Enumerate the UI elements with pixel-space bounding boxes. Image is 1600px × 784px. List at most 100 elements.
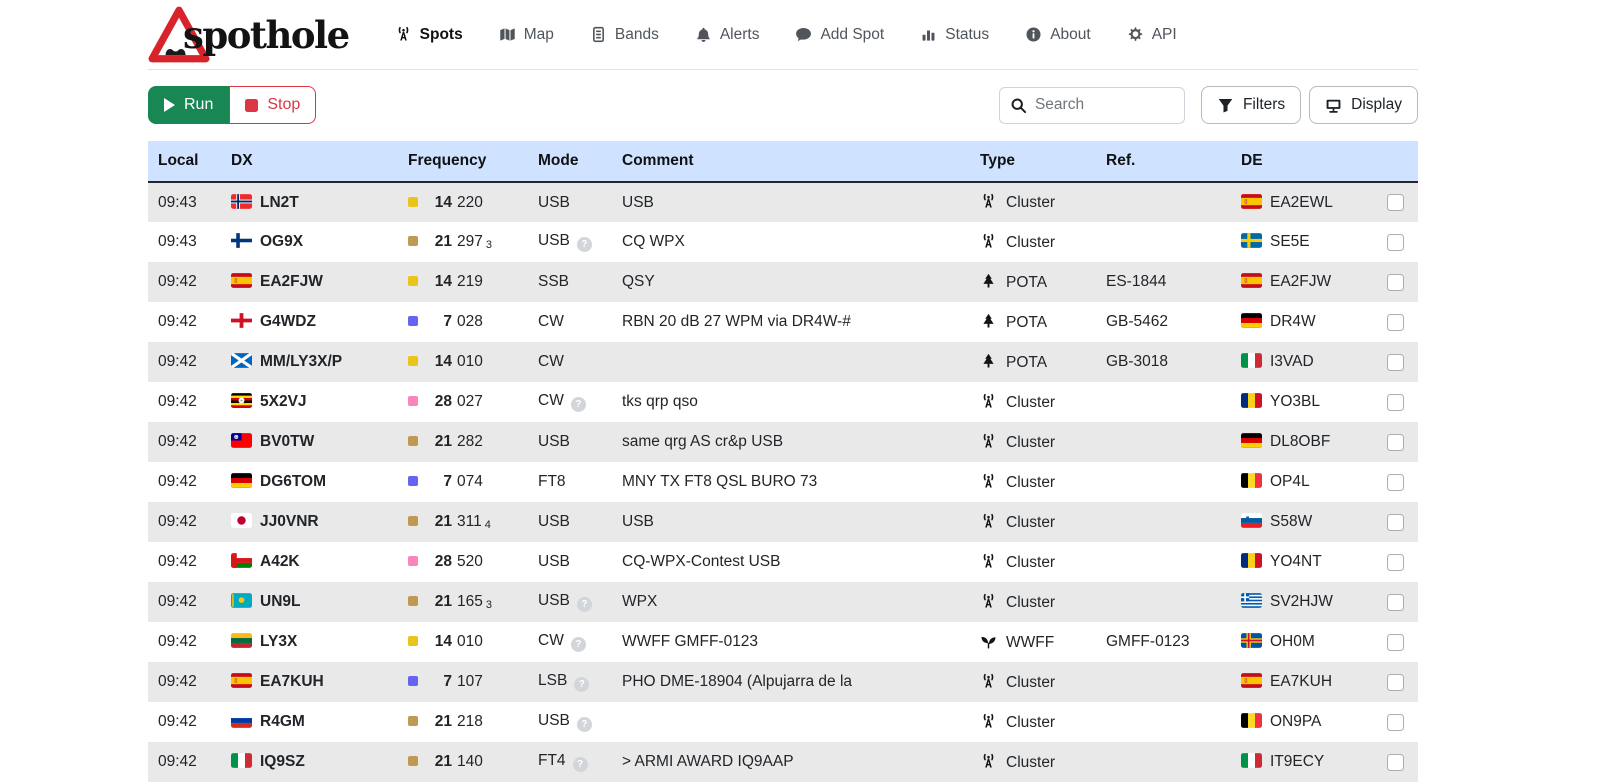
spot-checkbox[interactable]: [1387, 314, 1404, 331]
question-circle-icon[interactable]: ?: [571, 397, 586, 412]
question-circle-icon[interactable]: ?: [577, 717, 592, 732]
spot-checkbox[interactable]: [1387, 634, 1404, 651]
spot-row[interactable]: 09:43OG9X212973USB?CQ WPXClusterSE5E: [148, 222, 1418, 262]
de-callsign[interactable]: ON9PA: [1270, 713, 1321, 730]
spot-row[interactable]: 09:42IQ9SZ21140FT4?> ARMI AWARD IQ9AAPCl…: [148, 742, 1418, 782]
filters-button[interactable]: Filters: [1201, 86, 1301, 124]
spot-row[interactable]: 09:42JJ0VNR213114USBUSBClusterS58W: [148, 502, 1418, 542]
nav-item-api[interactable]: API: [1127, 26, 1177, 44]
spot-checkbox[interactable]: [1387, 434, 1404, 451]
de-callsign[interactable]: EA2FJW: [1270, 273, 1331, 290]
local-time-cell: 09:42: [148, 542, 223, 582]
spot-row[interactable]: 09:42MM/LY3X/P14010CWPOTAGB-3018I3VAD: [148, 342, 1418, 382]
de-callsign[interactable]: EA2EWL: [1270, 194, 1333, 211]
spot-checkbox[interactable]: [1387, 754, 1404, 771]
dx-callsign[interactable]: UN9L: [260, 593, 300, 610]
spot-row[interactable]: 09:42A42K28520USBCQ-WPX-Contest USBClust…: [148, 542, 1418, 582]
de-callsign[interactable]: DL8OBF: [1270, 433, 1330, 450]
ref-code[interactable]: ES-1844: [1106, 273, 1166, 290]
col-frequency[interactable]: Frequency: [400, 141, 530, 182]
question-circle-icon[interactable]: ?: [571, 637, 586, 652]
dx-callsign[interactable]: JJ0VNR: [260, 513, 319, 530]
nav-item-alerts[interactable]: Alerts: [695, 26, 760, 44]
spot-checkbox[interactable]: [1387, 714, 1404, 731]
de-callsign[interactable]: OP4L: [1270, 473, 1310, 490]
col-local[interactable]: Local: [148, 141, 223, 182]
col-dx[interactable]: DX: [223, 141, 400, 182]
de-callsign[interactable]: YO4NT: [1270, 553, 1322, 570]
es-flag-icon: [1241, 194, 1262, 209]
dx-callsign[interactable]: R4GM: [260, 713, 305, 730]
dx-callsign[interactable]: 5X2VJ: [260, 393, 307, 410]
ref-code[interactable]: GB-5462: [1106, 313, 1168, 330]
band-color-icon: [408, 236, 418, 246]
spot-row[interactable]: 09:42G4WDZ7028CWRBN 20 dB 27 WPM via DR4…: [148, 302, 1418, 342]
display-button[interactable]: Display: [1309, 86, 1418, 124]
ref-code[interactable]: GMFF-0123: [1106, 633, 1190, 650]
nav-item-bands[interactable]: Bands: [590, 26, 659, 44]
col-de[interactable]: DE: [1233, 141, 1378, 182]
comment-cell: tks qrp qso: [614, 382, 972, 422]
ref-code[interactable]: GB-3018: [1106, 353, 1168, 370]
question-circle-icon[interactable]: ?: [574, 677, 589, 692]
de-callsign[interactable]: EA7KUH: [1270, 673, 1332, 690]
spot-row[interactable]: 09:43LN2T14220USBUSBClusterEA2EWL: [148, 182, 1418, 222]
run-button[interactable]: Run: [148, 86, 229, 124]
dx-callsign[interactable]: EA2FJW: [260, 273, 323, 290]
nav-item-add-spot[interactable]: Add Spot: [795, 26, 884, 44]
spot-row[interactable]: 09:42EA7KUH7107LSB?PHO DME-18904 (Alpuja…: [148, 662, 1418, 702]
nav-label: Status: [945, 26, 989, 44]
de-callsign[interactable]: I3VAD: [1270, 353, 1314, 370]
spothole-logo[interactable]: spothole: [148, 6, 349, 64]
dx-callsign[interactable]: DG6TOM: [260, 473, 326, 490]
de-callsign[interactable]: S58W: [1270, 513, 1312, 530]
dx-callsign[interactable]: EA7KUH: [260, 673, 324, 690]
spot-checkbox[interactable]: [1387, 354, 1404, 371]
de-callsign[interactable]: DR4W: [1270, 313, 1316, 330]
ax-flag-icon: [1241, 633, 1262, 648]
spot-checkbox[interactable]: [1387, 234, 1404, 251]
col-type[interactable]: Type: [972, 141, 1098, 182]
spot-checkbox[interactable]: [1387, 674, 1404, 691]
dx-callsign[interactable]: A42K: [260, 553, 300, 570]
spot-row[interactable]: 09:42EA2FJW14219SSBQSYPOTAES-1844EA2FJW: [148, 262, 1418, 302]
spot-checkbox[interactable]: [1387, 594, 1404, 611]
spot-checkbox[interactable]: [1387, 394, 1404, 411]
om-flag-icon: [231, 553, 252, 568]
nav-item-status[interactable]: Status: [920, 26, 989, 44]
spot-checkbox[interactable]: [1387, 514, 1404, 531]
dx-callsign[interactable]: LY3X: [260, 633, 297, 650]
spot-row[interactable]: 09:42DG6TOM7074FT8MNY TX FT8 QSL BURO 73…: [148, 462, 1418, 502]
de-callsign[interactable]: OH0M: [1270, 633, 1315, 650]
dx-callsign[interactable]: LN2T: [260, 194, 299, 211]
ref-cell: [1098, 502, 1233, 542]
dx-callsign[interactable]: BV0TW: [260, 433, 314, 450]
dx-callsign[interactable]: IQ9SZ: [260, 753, 305, 770]
de-callsign[interactable]: IT9ECY: [1270, 753, 1324, 770]
spot-row[interactable]: 09:42BV0TW21282USBsame qrg AS cr&p USBCl…: [148, 422, 1418, 462]
question-circle-icon[interactable]: ?: [577, 597, 592, 612]
dx-callsign[interactable]: MM/LY3X/P: [260, 353, 342, 370]
col-comment[interactable]: Comment: [614, 141, 972, 182]
question-circle-icon[interactable]: ?: [573, 757, 588, 772]
spot-row[interactable]: 09:42R4GM21218USB?ClusterON9PA: [148, 702, 1418, 742]
col-mode[interactable]: Mode: [530, 141, 614, 182]
spot-checkbox[interactable]: [1387, 554, 1404, 571]
spot-checkbox[interactable]: [1387, 274, 1404, 291]
de-callsign[interactable]: YO3BL: [1270, 393, 1320, 410]
stop-button[interactable]: Stop: [229, 86, 316, 124]
nav-item-about[interactable]: About: [1025, 26, 1091, 44]
col-ref[interactable]: Ref.: [1098, 141, 1233, 182]
nav-item-map[interactable]: Map: [499, 26, 554, 44]
question-circle-icon[interactable]: ?: [577, 237, 592, 252]
spot-checkbox[interactable]: [1387, 474, 1404, 491]
spot-checkbox[interactable]: [1387, 194, 1404, 211]
de-callsign[interactable]: SE5E: [1270, 233, 1310, 250]
spot-row[interactable]: 09:42LY3X14010CW?WWFF GMFF-0123WWFFGMFF-…: [148, 622, 1418, 662]
spot-row[interactable]: 09:42UN9L211653USB?WPXClusterSV2HJW: [148, 582, 1418, 622]
de-callsign[interactable]: SV2HJW: [1270, 593, 1333, 610]
nav-item-spots[interactable]: Spots: [395, 26, 463, 44]
spot-row[interactable]: 09:425X2VJ28027CW?tks qrp qsoClusterYO3B…: [148, 382, 1418, 422]
dx-callsign[interactable]: OG9X: [260, 233, 303, 250]
dx-callsign[interactable]: G4WDZ: [260, 313, 316, 330]
